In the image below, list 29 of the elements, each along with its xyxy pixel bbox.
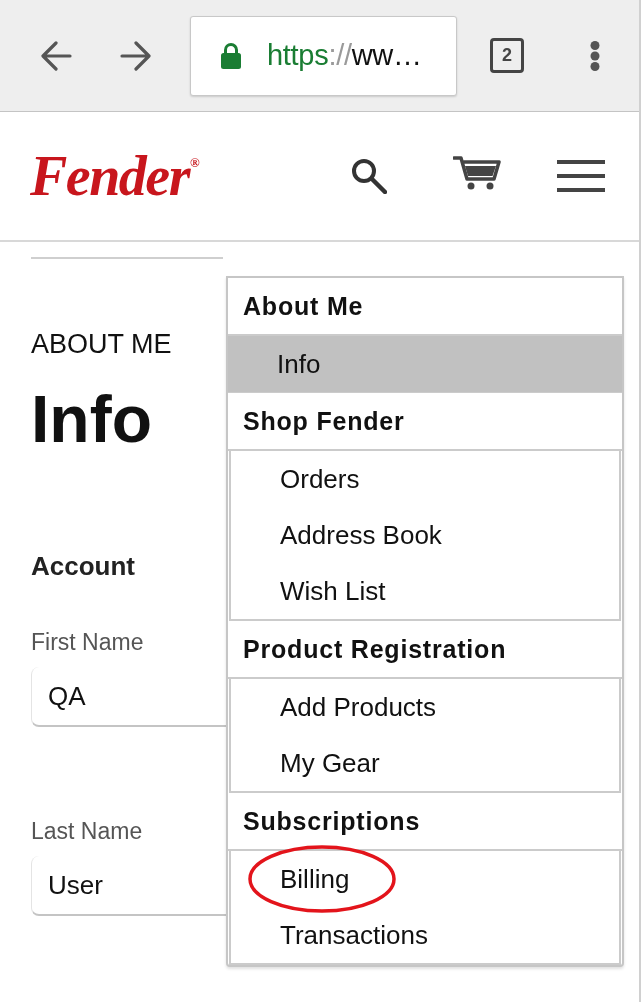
field-label: First Name (31, 629, 144, 655)
section-label: ABOUT ME (31, 328, 172, 360)
address-bar[interactable]: https://ww… (190, 15, 457, 96)
forward-arrow-icon[interactable] (120, 40, 152, 71)
menu-item[interactable]: Add Products (231, 679, 619, 735)
menu-item[interactable]: My Gear (231, 735, 619, 791)
search-icon[interactable] (351, 158, 387, 194)
menu-item[interactable]: Address Book (231, 507, 619, 563)
menu-item[interactable]: Transactions (231, 907, 619, 963)
more-menu-icon[interactable] (590, 40, 600, 71)
menu-item[interactable]: Orders (231, 451, 619, 507)
page-title: Info (31, 382, 152, 456)
lock-icon (221, 42, 241, 69)
menu-section-title: Product Registration (228, 621, 622, 679)
text-input-field[interactable]: User (31, 856, 226, 916)
group-title: Account (31, 551, 135, 581)
menu-icon[interactable] (557, 160, 605, 192)
site-logo[interactable]: Fender$^{®}$ (30, 148, 199, 204)
menu-item[interactable]: Billing (231, 851, 619, 907)
menu-section-title: Shop Fender (228, 393, 622, 451)
menu-section-title: Subscriptions (228, 793, 622, 851)
menu-item[interactable]: Wish List (231, 563, 619, 619)
field-label: Last Name (31, 818, 143, 844)
menu-item[interactable]: Info (228, 336, 622, 392)
back-arrow-icon[interactable] (40, 40, 72, 71)
cart-icon[interactable] (453, 155, 501, 191)
tab-count-button[interactable]: 2 (490, 38, 524, 73)
text-input-field[interactable]: QA (31, 667, 226, 727)
url-text: https://ww… (267, 39, 422, 72)
